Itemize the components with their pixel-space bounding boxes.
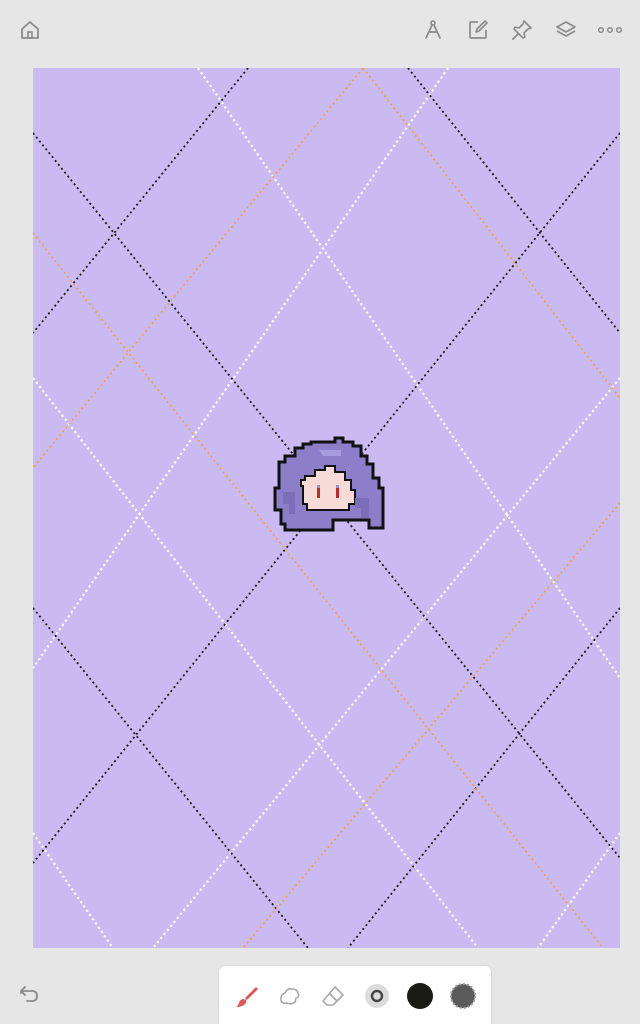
- drawing-canvas[interactable]: [33, 68, 620, 948]
- canvas-artwork: [33, 68, 620, 948]
- home-icon: [21, 21, 39, 39]
- smudge-tool[interactable]: [272, 978, 308, 1014]
- brush-size[interactable]: [359, 978, 395, 1014]
- bottom-toolbar: [219, 966, 491, 1024]
- eraser-tool[interactable]: [315, 978, 351, 1014]
- brush-size-icon: [364, 984, 389, 1008]
- pin-button[interactable]: [506, 14, 538, 46]
- top-toolbar: [0, 0, 640, 60]
- ruler-button[interactable]: [417, 14, 449, 46]
- brush-icon: [235, 987, 258, 1007]
- layers-button[interactable]: [550, 14, 582, 46]
- secondary-color[interactable]: [445, 978, 481, 1014]
- pin-icon: [512, 20, 532, 40]
- edit-square-icon: [469, 20, 488, 39]
- more-icon: [597, 26, 623, 34]
- eraser-icon: [322, 986, 345, 1006]
- current-color-swatch: [406, 983, 433, 1009]
- undo-icon: [20, 986, 38, 1002]
- brush-tool[interactable]: [229, 978, 265, 1014]
- home-button[interactable]: [14, 14, 46, 46]
- more-button[interactable]: [594, 14, 626, 46]
- ruler-compass-icon: [425, 20, 441, 39]
- app-window: [0, 0, 640, 1024]
- smudge-icon: [280, 988, 300, 1005]
- current-color[interactable]: [402, 978, 438, 1014]
- edit-button[interactable]: [462, 14, 494, 46]
- secondary-color-swatch: [450, 983, 477, 1009]
- layers-icon: [556, 21, 576, 37]
- undo-button[interactable]: [12, 978, 46, 1012]
